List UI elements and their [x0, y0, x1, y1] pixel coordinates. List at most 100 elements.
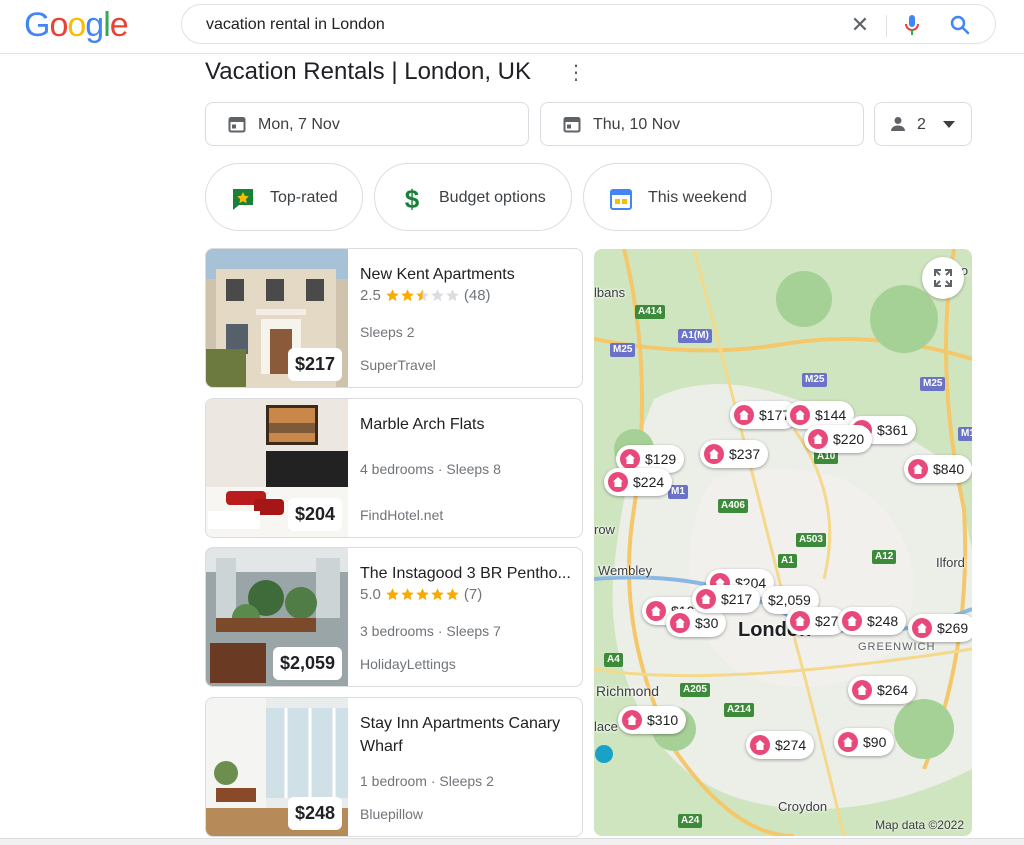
map-place-label: lace: [594, 719, 618, 734]
road-sign: A24: [678, 814, 703, 828]
google-logo[interactable]: Google: [24, 6, 129, 45]
pin-price: $269: [937, 620, 969, 636]
road-sign: M25: [920, 377, 946, 391]
map-price-pin[interactable]: $220: [804, 425, 873, 453]
review-count: (7): [463, 586, 483, 603]
chip-budget-options[interactable]: $ Budget options: [374, 163, 572, 231]
listing-card[interactable]: $248 Stay Inn Apartments Canary Wharf 1 …: [205, 697, 583, 837]
checkout-date-field[interactable]: Thu, 10 Nov: [540, 102, 864, 146]
guests-selector[interactable]: 2: [874, 102, 972, 146]
map-price-pin[interactable]: $310: [618, 706, 687, 734]
checkin-date-field[interactable]: Mon, 7 Nov: [205, 102, 529, 146]
search-icon[interactable]: [948, 13, 972, 37]
calendar-icon: [228, 117, 246, 133]
top-rated-icon: [233, 189, 253, 210]
road-sign: M25: [610, 343, 636, 357]
listing-name[interactable]: The Instagood 3 BR Pentho...: [360, 562, 578, 585]
chip-label: Top-rated: [270, 189, 338, 206]
house-icon: [646, 601, 666, 621]
map-price-pin[interactable]: $90: [834, 728, 895, 756]
house-icon: [808, 429, 828, 449]
svg-text:$: $: [405, 186, 420, 212]
listing-price: $204: [287, 498, 342, 531]
map-place-label: Richmond: [596, 683, 660, 699]
house-icon: [908, 459, 928, 479]
calendar-icon: [610, 189, 632, 210]
map-price-pin[interactable]: $217: [692, 585, 761, 613]
search-results-page: Google ✕ Vacation Rentals | London, UK ⋮: [0, 0, 1024, 845]
pin-price: $217: [721, 591, 753, 607]
pin-price: $310: [647, 712, 679, 728]
house-icon: [790, 405, 810, 425]
logo-letter: o: [49, 6, 68, 44]
map-place-label: row: [594, 522, 615, 537]
map-price-pin[interactable]: $274: [746, 731, 815, 759]
listing-rating: 2.5 (48): [360, 287, 491, 304]
house-icon: [608, 472, 628, 492]
search-box: ✕: [181, 4, 996, 44]
map-price-pin[interactable]: $840: [904, 455, 972, 483]
logo-letter: e: [109, 6, 129, 44]
calendar-icon: [563, 117, 581, 133]
listing-meta: 3 bedrooms · Sleeps 7: [360, 623, 501, 639]
listing-name[interactable]: New Kent Apartments: [360, 263, 578, 286]
results-map[interactable]: lbans Wembley Ilford row London GREENWIC…: [594, 249, 972, 836]
pin-price: $90: [863, 734, 887, 750]
more-options-icon[interactable]: ⋮: [566, 62, 586, 84]
map-price-pin[interactable]: $237: [700, 440, 769, 468]
map-place-label: GREENWICH: [858, 641, 936, 653]
listing-photo: $217: [206, 249, 348, 387]
listing-price: $2,059: [272, 647, 342, 680]
pin-price: $264: [877, 682, 909, 698]
map-place-label: lbans: [594, 285, 626, 300]
clear-icon[interactable]: ✕: [848, 13, 872, 37]
listing-meta: 1 bedroom · Sleeps 2: [360, 773, 494, 789]
pin-price: $274: [775, 737, 807, 753]
chip-this-weekend[interactable]: This weekend: [583, 163, 772, 231]
listing-meta: Sleeps 2: [360, 324, 415, 340]
listing-card[interactable]: $217 New Kent Apartments 2.5 (48) Sleeps…: [205, 248, 583, 388]
map-price-pin[interactable]: $264: [848, 676, 917, 704]
listing-source: HolidayLettings: [360, 656, 456, 672]
microphone-icon[interactable]: [900, 13, 924, 37]
listing-card[interactable]: $204 Marble Arch Flats 4 bedrooms · Slee…: [205, 398, 583, 538]
map-price-pin[interactable]: $224: [604, 468, 673, 496]
map-place-label: Croydon: [778, 799, 828, 814]
divider: [886, 15, 887, 37]
listing-card[interactable]: $2,059 The Instagood 3 BR Pentho... 5.0 …: [205, 547, 583, 687]
page-title: Vacation Rentals | London, UK: [205, 58, 531, 85]
map-price-pin[interactable]: $269: [908, 614, 972, 642]
rating-value: 2.5: [360, 287, 381, 304]
road-sign: A503: [796, 533, 826, 547]
road-sign: A12: [872, 550, 897, 564]
house-icon: [696, 589, 716, 609]
person-icon: [891, 117, 905, 131]
road-sign: M1: [958, 427, 972, 441]
house-icon: [734, 405, 754, 425]
checkout-date-text: Thu, 10 Nov: [593, 116, 681, 133]
expand-map-button[interactable]: [922, 257, 964, 299]
logo-letter: G: [24, 6, 50, 44]
road-sign: A406: [718, 499, 748, 513]
listing-source: Bluepillow: [360, 806, 424, 822]
house-icon: [852, 680, 872, 700]
listing-source: SuperTravel: [360, 357, 436, 373]
guests-count: 2: [917, 116, 926, 133]
chip-top-rated[interactable]: Top-rated: [205, 163, 363, 231]
pin-price: $129: [645, 451, 677, 467]
pin-price: $2,059: [768, 592, 811, 608]
logo-letter: o: [67, 6, 86, 44]
road-sign: A1(M): [678, 329, 712, 343]
listing-meta: 4 bedrooms · Sleeps 8: [360, 461, 501, 477]
horizontal-scrollbar[interactable]: [0, 838, 1024, 845]
dollar-icon: $: [405, 186, 420, 212]
listing-name[interactable]: Stay Inn Apartments Canary Wharf: [360, 712, 578, 758]
search-input[interactable]: [206, 14, 806, 36]
listing-name[interactable]: Marble Arch Flats: [360, 413, 578, 436]
pin-price: $27: [815, 613, 839, 629]
map-price-pin[interactable]: $248: [838, 607, 907, 635]
chip-label: This weekend: [648, 189, 747, 206]
map-place-label: Ilford: [936, 555, 965, 570]
map-price-pin[interactable]: $30: [666, 609, 727, 637]
pin-price: $840: [933, 461, 965, 477]
